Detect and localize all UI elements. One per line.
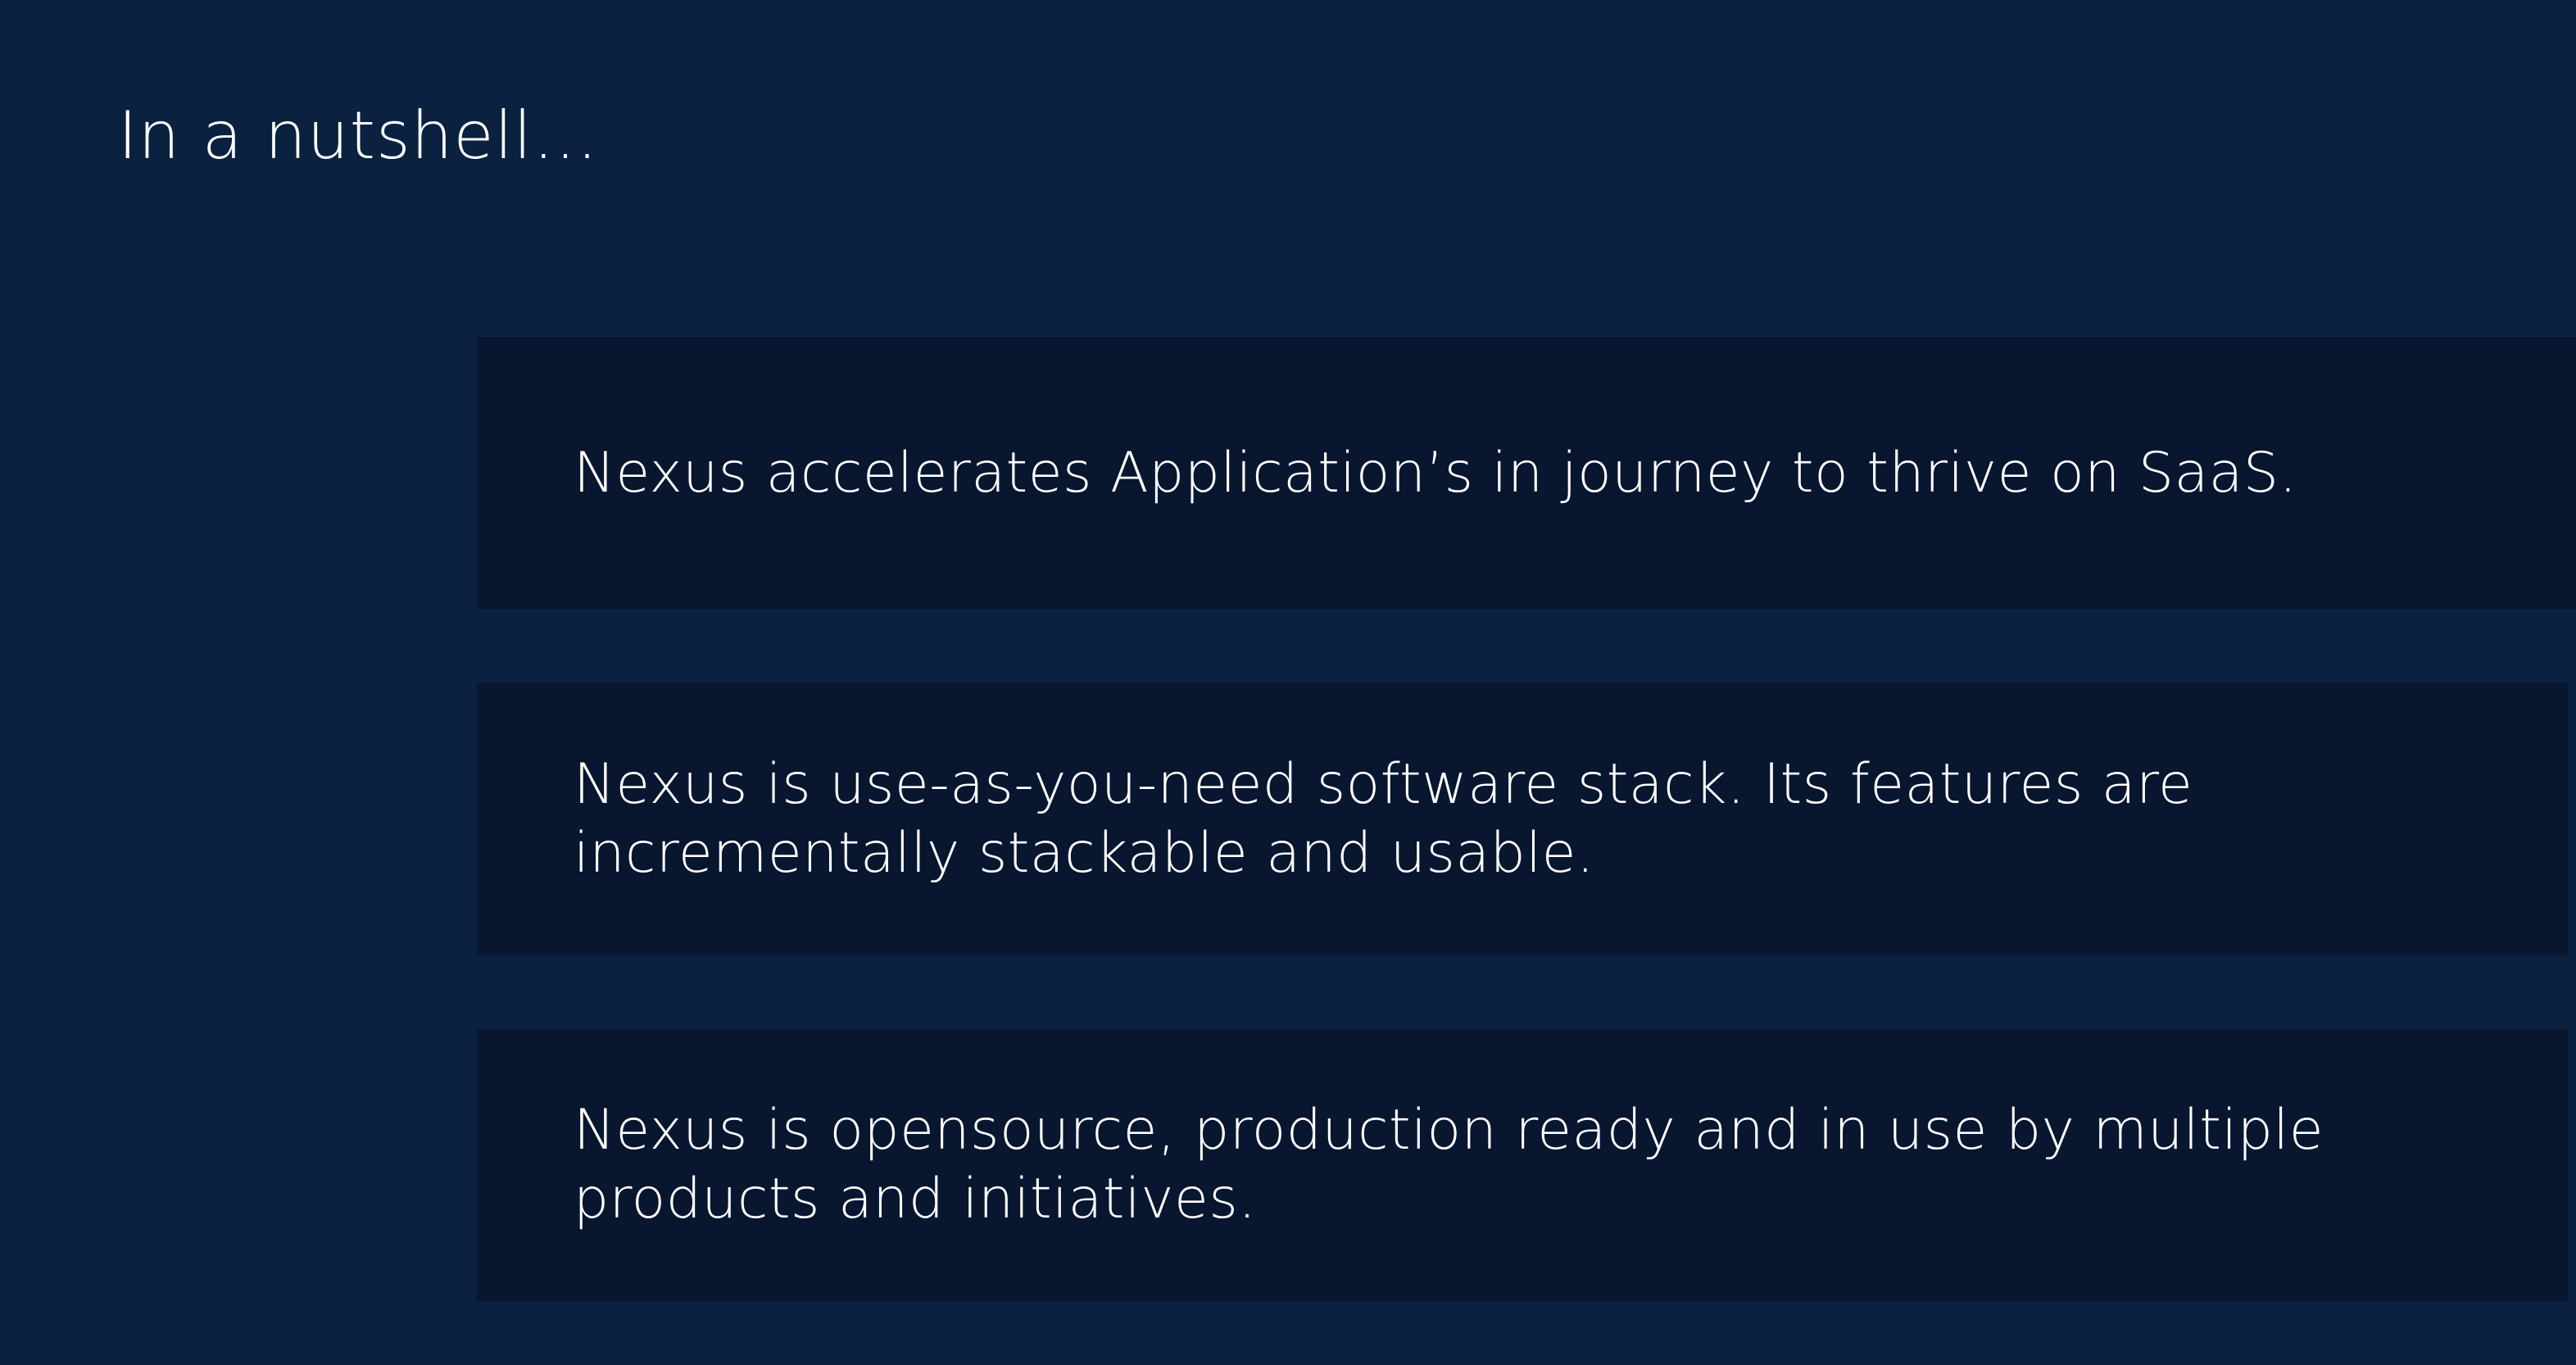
slide-title: In a nutshell…	[118, 98, 600, 174]
statement-card-stack: Nexus is use-as-you-need software stack.…	[477, 683, 2568, 955]
statement-card-accelerates: Nexus accelerates Application’s in journ…	[477, 338, 2576, 610]
statement-card-opensource: Nexus is opensource, production ready an…	[477, 1029, 2568, 1301]
statement-text: Nexus accelerates Application’s in journ…	[574, 441, 2297, 506]
statement-text: Nexus is opensource, production ready an…	[574, 1098, 2324, 1231]
statement-text: Nexus is use-as-you-need software stack.…	[574, 752, 2193, 886]
slide: In a nutshell… Nexus accelerates Applica…	[0, 0, 2576, 1365]
